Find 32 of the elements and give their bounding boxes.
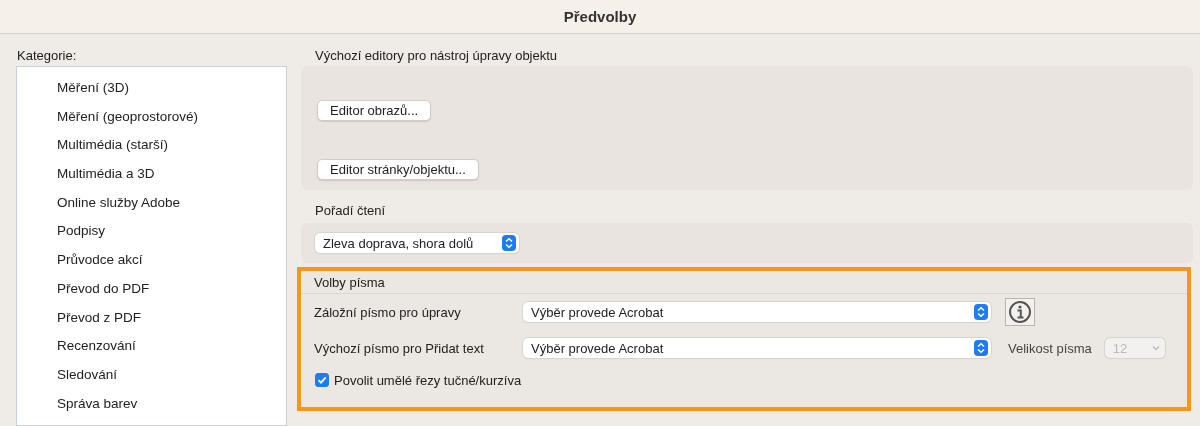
info-icon [1008, 300, 1032, 324]
section-title: Pořadí čtení [314, 203, 387, 220]
window-title: Předvolby [563, 8, 637, 25]
category-item[interactable]: Správa barev [17, 389, 286, 419]
category-item[interactable]: Podpisy [17, 217, 286, 247]
category-item[interactable]: Recenzování [17, 332, 286, 361]
field-label: Záložní písmo pro úpravy [314, 304, 462, 320]
stepper-icon [974, 304, 988, 320]
field-label: Výchozí písmo pro Přidat text [314, 340, 485, 356]
category-item[interactable]: Průvodce akcí [17, 246, 286, 275]
section-title: Výchozí editory pro nástroj úpravy objektu [314, 48, 559, 65]
info-button[interactable] [1005, 298, 1035, 326]
checkbox-label: Povolit umělé řezy tučné/kurzíva [334, 372, 522, 388]
editor-button[interactable]: Editor obrazů... [317, 100, 432, 121]
category-item[interactable]: Multimédia (starší) [17, 131, 286, 161]
editor-button[interactable]: Editor stránky/objektu... [317, 159, 479, 180]
category-item[interactable]: Měření (geoprostorové) [17, 102, 286, 132]
category-item[interactable]: Převod do PDF [17, 274, 286, 304]
section-title: Volby písma [313, 274, 385, 290]
category-item[interactable]: Převod z PDF [17, 303, 286, 333]
stepper-icon [502, 235, 516, 251]
stepper-icon [974, 340, 988, 356]
category-item[interactable]: Online služby Adobe [17, 188, 286, 218]
fallback-font-dropdown[interactable]: Výběr provede Acrobat [523, 302, 991, 322]
category-item[interactable]: Multimédia a 3D [17, 160, 286, 189]
field-label: Velikost písma [1008, 340, 1092, 356]
checkbox[interactable] [315, 373, 329, 387]
category-item[interactable]: Měření (3D) [17, 74, 286, 103]
sidebar-label: Kategorie: [16, 48, 78, 65]
category-item[interactable]: Sledování [17, 360, 286, 390]
default-font-dropdown[interactable]: Výběr provede Acrobat [523, 338, 991, 358]
reading-order-dropdown[interactable]: Zleva doprava, shora dolů [315, 233, 519, 253]
